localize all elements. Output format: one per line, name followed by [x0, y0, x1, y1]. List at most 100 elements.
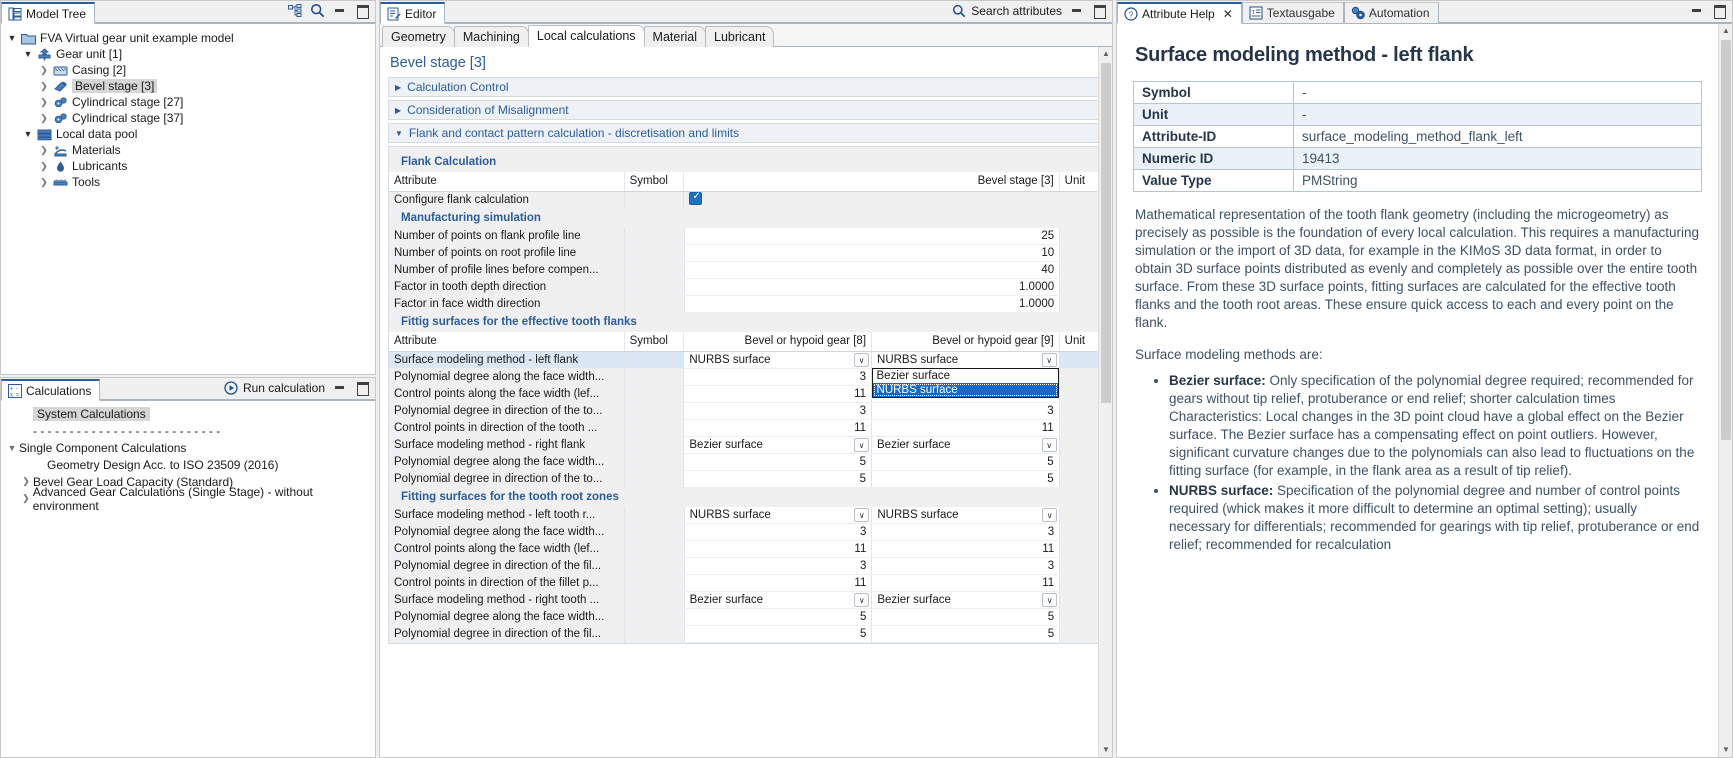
combo-cell[interactable]: Bezier surface∨ — [872, 436, 1060, 453]
table-row[interactable]: Surface modeling method - right tooth ..… — [389, 592, 1103, 609]
tree-node[interactable]: ❯Casing [2] — [1, 62, 375, 78]
chevron-right-icon[interactable]: ❯ — [19, 493, 33, 504]
tree-node[interactable]: ▼FVA Virtual gear unit example model — [1, 30, 375, 46]
combo-cell[interactable]: NURBS surface∨ — [872, 351, 1060, 368]
chevron-right-icon[interactable]: ▶ — [395, 83, 401, 92]
table-row[interactable]: Polynomial degree along the face width..… — [389, 453, 1103, 470]
value-cell[interactable]: 5 — [872, 626, 1060, 643]
tree-node[interactable]: ❯Tools — [1, 174, 375, 190]
link-with-editor-icon[interactable] — [288, 4, 302, 17]
checkbox-checked-icon[interactable] — [689, 192, 702, 205]
table-row[interactable]: Number of profile lines before compen...… — [389, 262, 1103, 279]
tab-local-calculations[interactable]: Local calculations — [528, 25, 645, 47]
tab-calculations[interactable]: + - x = Calculations — [1, 379, 100, 401]
chevron-right-icon[interactable]: ❯ — [37, 177, 51, 188]
chevron-right-icon[interactable]: ❯ — [37, 81, 51, 92]
scrollbar-thumb[interactable] — [1721, 40, 1731, 440]
calculation-item[interactable]: ❯Advanced Gear Calculations (Single Stag… — [1, 490, 375, 507]
tree-node[interactable]: ❯Lubricants — [1, 158, 375, 174]
tab-lubricant[interactable]: Lubricant — [705, 26, 774, 47]
value-cell[interactable]: 11 — [684, 575, 872, 592]
table-row[interactable]: Number of points on root profile line10 — [389, 245, 1103, 262]
scrollbar-thumb[interactable] — [1101, 63, 1111, 403]
chevron-right-icon[interactable]: ❯ — [37, 145, 51, 156]
tab-machining[interactable]: Machining — [454, 26, 529, 47]
chevron-down-icon[interactable]: ∨ — [1042, 353, 1057, 367]
tab-editor[interactable]: Editor — [380, 2, 445, 24]
tab-attribute-help[interactable]: ?Attribute Help✕ — [1117, 2, 1242, 24]
calculation-item[interactable]: System Calculations — [1, 405, 375, 422]
value-cell[interactable]: 5 — [684, 626, 872, 643]
chevron-down-icon[interactable]: ▼ — [395, 129, 403, 138]
table-row[interactable]: Polynomial degree along the face width..… — [389, 609, 1103, 626]
dropdown-option[interactable]: NURBS surface — [873, 383, 1059, 397]
chevron-right-icon[interactable]: ❯ — [19, 476, 33, 487]
value-cell[interactable]: 11 — [684, 385, 872, 402]
value-cell[interactable]: 10 — [684, 245, 1060, 262]
combo-cell[interactable]: Bezier surface∨ — [872, 592, 1060, 609]
value-cell[interactable]: 3 — [684, 368, 872, 385]
help-vertical-scrollbar[interactable]: ▲ ▼ — [1718, 24, 1732, 757]
table-row[interactable]: Polynomial degree in direction of the to… — [389, 470, 1103, 487]
chevron-down-icon[interactable]: ▼ — [5, 443, 19, 453]
search-icon[interactable] — [310, 3, 325, 18]
value-cell[interactable]: 3 — [872, 558, 1060, 575]
table-row[interactable]: Polynomial degree in direction of the fi… — [389, 626, 1103, 643]
combo-cell[interactable]: Bezier surface∨ — [684, 436, 872, 453]
calculation-item[interactable]: Geometry Design Acc. to ISO 23509 (2016) — [1, 456, 375, 473]
value-cell[interactable]: 5 — [872, 453, 1060, 470]
section-header[interactable]: ▶Consideration of Misalignment — [388, 100, 1104, 120]
tree-node[interactable]: ❯Cylindrical stage [37] — [1, 110, 375, 126]
table-row[interactable]: Polynomial degree in direction of the fi… — [389, 558, 1103, 575]
maximize-icon[interactable] — [1712, 4, 1726, 17]
editor-vertical-scrollbar[interactable]: ▲ ▼ — [1098, 47, 1112, 757]
run-calculation-button[interactable]: Run calculation — [224, 381, 325, 395]
section-header[interactable]: ▶Calculation Control — [388, 77, 1104, 97]
tab-automation[interactable]: Automation — [1344, 2, 1439, 24]
chevron-right-icon[interactable]: ❯ — [37, 97, 51, 108]
chevron-right-icon[interactable]: ❯ — [37, 113, 51, 124]
value-cell[interactable]: 40 — [684, 262, 1060, 279]
chevron-down-icon[interactable]: ∨ — [1042, 593, 1057, 607]
section-header-expanded[interactable]: ▼Flank and contact pattern calculation -… — [388, 123, 1104, 143]
value-cell[interactable]: 5 — [684, 470, 872, 487]
value-cell[interactable]: 3 — [684, 524, 872, 541]
table-row[interactable]: Surface modeling method - left tooth r..… — [389, 507, 1103, 524]
chevron-down-icon[interactable]: ∨ — [854, 353, 869, 367]
calculation-item[interactable]: ▼Single Component Calculations — [1, 439, 375, 456]
maximize-icon[interactable] — [355, 381, 369, 394]
table-row[interactable]: Polynomial degree in direction of the to… — [389, 402, 1103, 419]
combo-cell[interactable]: NURBS surface∨ — [684, 507, 872, 524]
chevron-down-icon[interactable]: ▼ — [21, 49, 35, 59]
chevron-down-icon[interactable]: ▼ — [5, 33, 19, 43]
tab-material[interactable]: Material — [644, 26, 706, 47]
chevron-down-icon[interactable]: ∨ — [854, 593, 869, 607]
chevron-down-icon[interactable]: ∨ — [854, 508, 869, 522]
scroll-up-arrow[interactable]: ▲ — [1719, 24, 1732, 38]
scroll-up-arrow[interactable]: ▲ — [1099, 47, 1112, 61]
dropdown-option[interactable]: Bezier surface — [873, 369, 1059, 383]
combo-cell[interactable]: NURBS surface∨ — [872, 507, 1060, 524]
value-cell[interactable]: 5 — [872, 470, 1060, 487]
close-icon[interactable]: ✕ — [1223, 7, 1233, 21]
maximize-icon[interactable] — [355, 4, 369, 17]
combo-cell[interactable]: Bezier surface∨ — [684, 592, 872, 609]
tree-node[interactable]: ❯Bevel stage [3] — [1, 78, 375, 94]
chevron-right-icon[interactable]: ❯ — [37, 65, 51, 76]
table-row[interactable]: Factor in tooth depth direction1.0000 — [389, 279, 1103, 296]
chevron-down-icon[interactable]: ▼ — [21, 129, 35, 139]
value-cell[interactable]: 1.0000 — [684, 279, 1060, 296]
value-cell[interactable]: 5 — [872, 609, 1060, 626]
scroll-down-arrow[interactable]: ▼ — [1719, 743, 1732, 757]
table-row[interactable]: Surface modeling method - left flankNURB… — [389, 351, 1103, 368]
minimize-icon[interactable] — [333, 4, 347, 17]
tree-node[interactable]: ❯Materials — [1, 142, 375, 158]
tree-node[interactable]: ▼Gear unit [1] — [1, 46, 375, 62]
chevron-down-icon[interactable]: ∨ — [1042, 508, 1057, 522]
chevron-right-icon[interactable]: ❯ — [37, 161, 51, 172]
table-row[interactable]: Surface modeling method - right flankBez… — [389, 436, 1103, 453]
tab-geometry[interactable]: Geometry — [382, 26, 455, 47]
value-cell[interactable]: 25 — [684, 228, 1060, 245]
tab-model-tree[interactable]: Model Tree — [1, 2, 95, 24]
table-row[interactable]: Factor in face width direction1.0000 — [389, 296, 1103, 313]
